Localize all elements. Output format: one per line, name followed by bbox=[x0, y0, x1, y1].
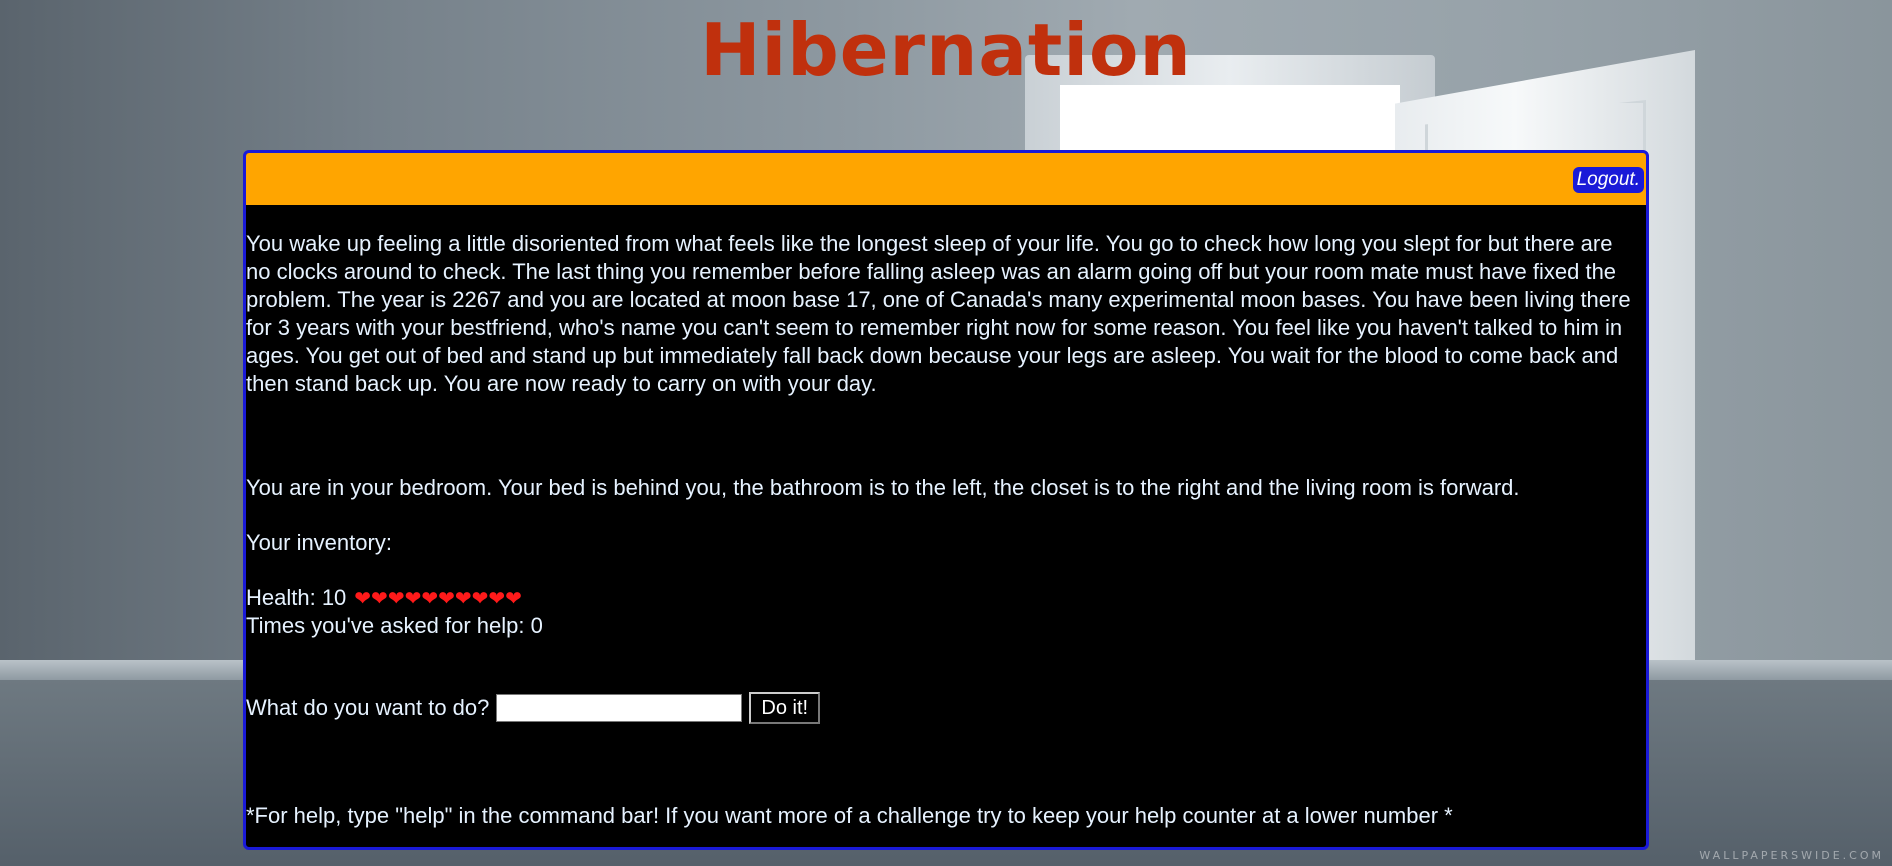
logout-link[interactable]: Logout. bbox=[1572, 167, 1644, 193]
location-description: You are in your bedroom. Your bed is beh… bbox=[246, 475, 1520, 500]
help-counter: Times you've asked for help: 0 bbox=[246, 613, 543, 638]
command-input[interactable] bbox=[496, 694, 743, 722]
game-panel: Logout. You wake up feeling a little dis… bbox=[243, 150, 1649, 850]
wallpaper-watermark: WALLPAPERSWIDE.COM bbox=[1699, 849, 1884, 862]
game-title: Hibernation bbox=[700, 8, 1192, 92]
game-content: You wake up feeling a little disoriented… bbox=[246, 230, 1646, 830]
story-text: You wake up feeling a little disoriented… bbox=[246, 231, 1631, 396]
health-label: Health: 10 bbox=[246, 585, 347, 610]
do-it-button[interactable]: Do it! bbox=[749, 692, 821, 724]
command-prompt: What do you want to do? bbox=[246, 695, 490, 720]
health-display: Health: 10 ❤❤❤❤❤❤❤❤❤❤ bbox=[246, 584, 1646, 612]
help-note: *For help, type "help" in the command ba… bbox=[246, 803, 1453, 828]
heart-icons: ❤❤❤❤❤❤❤❤❤❤ bbox=[354, 586, 522, 610]
inventory-label: Your inventory: bbox=[246, 530, 392, 555]
command-row: What do you want to do? Do it! bbox=[246, 692, 1646, 724]
panel-header-bar: Logout. bbox=[246, 153, 1646, 205]
